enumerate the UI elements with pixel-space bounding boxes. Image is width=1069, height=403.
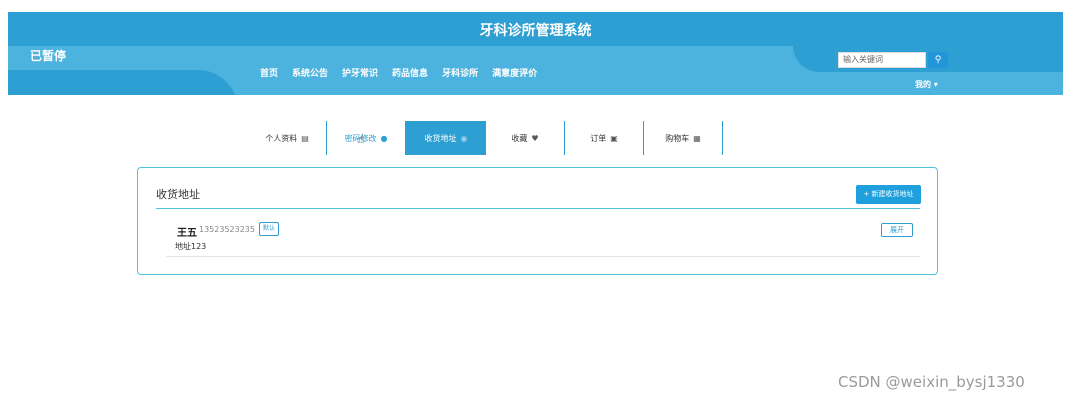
- panel-title: 收货地址: [156, 188, 200, 201]
- nav-drug-info[interactable]: 药品信息: [392, 66, 428, 79]
- watermark: CSDN @weixin_bysj1330: [838, 373, 1025, 391]
- chevron-down-icon: ▾: [933, 80, 938, 89]
- address-panel: 收货地址 + 新建收货地址 王五 13523523235 默认 地址123 展开: [137, 167, 938, 275]
- tab-profile[interactable]: 个人资料 ▤: [248, 121, 327, 155]
- search-icon: ⚲: [934, 55, 942, 65]
- address-name: 王五: [177, 228, 197, 239]
- location-icon: ◉: [460, 133, 468, 143]
- tab-label: 订单: [590, 133, 607, 143]
- new-address-button[interactable]: + 新建收货地址: [856, 185, 921, 204]
- address-phone: 13523523235: [199, 225, 255, 234]
- tab-label: 个人资料: [265, 133, 298, 143]
- search-input[interactable]: 输入关键词: [838, 52, 926, 68]
- site-header: 牙科诊所管理系统 已暂停 首页 系统公告 护牙常识 药品信息 牙科诊所 满意度评…: [8, 12, 1063, 95]
- cart-icon: ▦: [693, 133, 701, 143]
- search-button[interactable]: ⚲: [928, 52, 948, 68]
- tab-favorites[interactable]: 收藏 ♥: [486, 121, 565, 155]
- nav-announcements[interactable]: 系统公告: [292, 66, 328, 79]
- user-menu[interactable]: 我的 ▾: [915, 79, 938, 90]
- tab-address[interactable]: 收货地址 ◉: [406, 121, 486, 155]
- user-card-icon: ▤: [301, 133, 309, 143]
- tab-label: 购物车: [665, 133, 690, 143]
- status-badge: 已暂停: [30, 49, 67, 63]
- top-strip: [0, 0, 1069, 10]
- user-menu-label: 我的: [915, 80, 931, 89]
- nav-home[interactable]: 首页: [260, 66, 278, 79]
- profile-tabs: 个人资料 ▤ 密码修改 ● 收货地址 ◉ 收藏 ♥ 订单 ▣ 购物车 ▦: [248, 121, 723, 155]
- divider: [166, 256, 920, 257]
- app-title: 牙科诊所管理系统: [479, 23, 592, 39]
- nav-clinics[interactable]: 牙科诊所: [442, 66, 478, 79]
- tab-cart[interactable]: 购物车 ▦: [644, 121, 723, 155]
- tab-label: 收藏: [511, 133, 528, 143]
- search-box: 输入关键词 ⚲: [838, 52, 948, 68]
- tab-password[interactable]: 密码修改 ●: [327, 121, 406, 155]
- header-curve-left: [8, 70, 238, 95]
- tab-label: 收货地址: [424, 133, 457, 143]
- heart-icon: ♥: [531, 133, 539, 143]
- main-nav: 首页 系统公告 护牙常识 药品信息 牙科诊所 满意度评价: [260, 66, 537, 79]
- divider: [156, 208, 920, 209]
- nav-dental-tips[interactable]: 护牙常识: [342, 66, 378, 79]
- tab-orders[interactable]: 订单 ▣: [565, 121, 644, 155]
- expand-button[interactable]: 展开: [881, 223, 913, 237]
- document-icon: ▣: [610, 133, 618, 143]
- address-text: 地址123: [175, 242, 207, 251]
- default-badge: 默认: [259, 222, 280, 236]
- hand-cursor-icon: ☝: [357, 132, 365, 146]
- person-icon: ●: [380, 133, 388, 143]
- nav-satisfaction[interactable]: 满意度评价: [492, 66, 537, 79]
